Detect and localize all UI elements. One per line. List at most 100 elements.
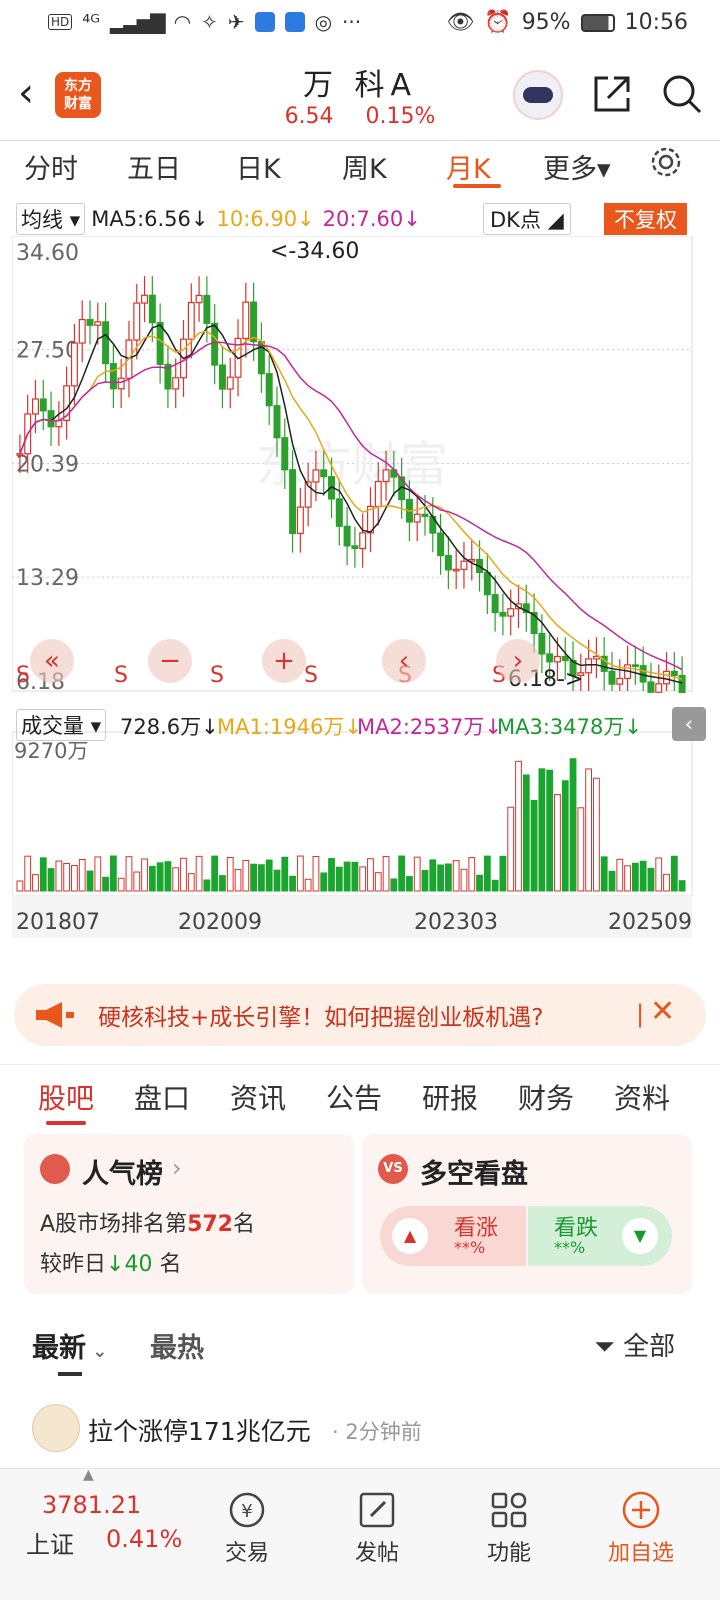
kline-chart[interactable]: 34.6027.5020.3913.296.18东方财富<-34.606.18-…	[12, 236, 706, 938]
candle-body	[608, 670, 616, 685]
candle-body	[312, 469, 320, 483]
status-right: 👁 ⏰ 95% 10:56	[446, 10, 688, 35]
tab-daily-k[interactable]: 日K	[236, 147, 281, 186]
volume-bar	[406, 876, 413, 892]
volume-bar	[109, 855, 117, 892]
volume-bar	[538, 768, 546, 892]
candle-body	[460, 560, 468, 570]
volume-bar	[117, 877, 125, 892]
candle-body	[320, 469, 328, 478]
promo-banner[interactable]: 硬核科技+成长引擎！如何把握创业板机遇? | ✕	[14, 984, 706, 1046]
tab-news[interactable]: 资讯	[230, 1077, 286, 1117]
index-pct: 0.41%	[106, 1525, 183, 1553]
candle-body	[452, 568, 460, 572]
bull-bear-card[interactable]: VS 多空看盘 ▲ 看涨 **% 看跌 **% ▼	[362, 1134, 692, 1294]
ma-selector[interactable]: 均线 ▾	[16, 203, 86, 235]
collapse-panel-chevron-icon[interactable]: ‹	[672, 707, 706, 741]
tab-research[interactable]: 研报	[422, 1077, 478, 1117]
bull-bear-title: 多空看盘	[420, 1159, 528, 1190]
volume-bar	[663, 873, 670, 892]
date-axis-label: 202509	[608, 910, 692, 935]
close-icon[interactable]: ✕	[650, 994, 675, 1029]
stock-change-pct: 0.15%	[365, 104, 436, 129]
dk-point-selector[interactable]: DK点 ◢	[483, 203, 571, 235]
popularity-title: 人气榜	[82, 1159, 163, 1190]
volume-bar	[374, 872, 382, 892]
bull-button[interactable]: ▲ 看涨 **%	[380, 1206, 526, 1266]
volume-bar	[429, 859, 437, 892]
tab-guba[interactable]: 股吧	[38, 1077, 94, 1117]
app-logo[interactable]: 东方 财富	[55, 72, 101, 118]
tab-monthly-k[interactable]: 月K	[446, 147, 491, 186]
volume-bar	[616, 858, 624, 892]
bear-button[interactable]: 看跌 **% ▼	[528, 1206, 672, 1266]
search-icon[interactable]	[660, 72, 704, 116]
post-title[interactable]: 拉个涨停171兆亿元	[88, 1412, 311, 1448]
post-item[interactable]: 拉个涨停171兆亿元 · 2分钟前	[0, 1398, 720, 1464]
tab-five-day[interactable]: 五日	[127, 147, 181, 186]
back-chevron-left-icon[interactable]: ‹	[18, 70, 34, 116]
volume-bar	[608, 870, 616, 892]
ai-assistant-robot-icon[interactable]	[513, 70, 563, 120]
plus-circle-icon	[622, 1491, 660, 1529]
candle-body	[94, 321, 102, 326]
volume-bar	[125, 856, 133, 892]
volume-bar	[320, 872, 328, 892]
popularity-card[interactable]: 人气榜 › A股市场排名第572名 较昨日↓40 名	[24, 1134, 354, 1294]
candle-body	[421, 513, 429, 517]
tab-order-book[interactable]: 盘口	[134, 1077, 190, 1117]
sort-latest[interactable]: 最新 ⌄	[32, 1326, 107, 1365]
volume-bar	[335, 866, 343, 892]
ma10-value: 10:6.90↓	[216, 207, 315, 231]
candle-body	[109, 363, 117, 390]
volume-bar	[312, 855, 320, 892]
zoom-out-icon-glyph: −	[159, 646, 181, 676]
banner-text[interactable]: 硬核科技+成长引擎！如何把握创业板机遇?	[98, 998, 543, 1032]
sort-hottest[interactable]: 最热	[150, 1326, 204, 1365]
sell-signal: S	[16, 663, 30, 688]
nav-post[interactable]: 发帖	[322, 1485, 432, 1567]
volume-axis-max: 9270万	[14, 739, 88, 763]
sell-signal: S	[304, 663, 318, 688]
filter-all[interactable]: ⏷ 全部	[594, 1326, 675, 1363]
volume-bar	[328, 858, 335, 892]
volume-bar	[258, 864, 265, 892]
nav-functions[interactable]: 功能	[454, 1485, 564, 1567]
user-avatar[interactable]	[32, 1404, 80, 1452]
volume-bar	[437, 864, 444, 892]
tab-announcements[interactable]: 公告	[326, 1077, 382, 1117]
candle-body	[133, 302, 141, 341]
volume-indicator-row: 成交量 ▾ 728.6万↓ MA1:1946万↓ MA2:2537万↓ MA3:…	[0, 707, 720, 741]
share-icon[interactable]	[590, 72, 634, 116]
section-tabs: 股吧 盘口 资讯 公告 研报 财务 资料	[0, 1064, 720, 1126]
volume-bar	[507, 806, 515, 892]
candle-body	[553, 655, 561, 663]
tab-more[interactable]: 更多▾	[543, 147, 611, 186]
next-icon-glyph: ›	[513, 646, 523, 676]
tab-intraday[interactable]: 分时	[24, 147, 78, 186]
adjust-button[interactable]: 不复权	[604, 203, 687, 235]
tab-financials[interactable]: 财务	[518, 1077, 574, 1117]
volume-selector[interactable]: 成交量 ▾	[16, 709, 107, 741]
candle-body	[507, 608, 515, 617]
candle-body	[335, 498, 343, 527]
up-caret-icon: ▲	[83, 1467, 94, 1483]
candle-body	[561, 655, 569, 662]
nav-trade[interactable]: ¥ 交易	[192, 1485, 302, 1567]
vol-ma1: MA1:1946万↓	[217, 715, 362, 739]
bar-chart-icon	[40, 1154, 70, 1184]
volume-bar	[491, 879, 499, 892]
nav-add-watchlist[interactable]: 加自选	[586, 1485, 696, 1567]
stock-name[interactable]: 万 科A	[260, 60, 460, 104]
yen-exchange-icon: ¥	[229, 1492, 265, 1528]
volume-bar	[468, 857, 476, 892]
tab-weekly-k[interactable]: 周K	[342, 147, 387, 186]
tab-profile[interactable]: 资料	[614, 1077, 670, 1117]
candle-body	[289, 469, 297, 535]
index-ticker[interactable]: ▲ 3781.21 上证 0.41%	[0, 1467, 183, 1600]
settings-gear-icon[interactable]	[648, 144, 684, 180]
volume-bar	[156, 862, 164, 892]
volume-bar	[141, 858, 148, 892]
price-axis-label: 20.39	[16, 453, 79, 478]
vol-ma2: MA2:2537万↓	[357, 715, 502, 739]
